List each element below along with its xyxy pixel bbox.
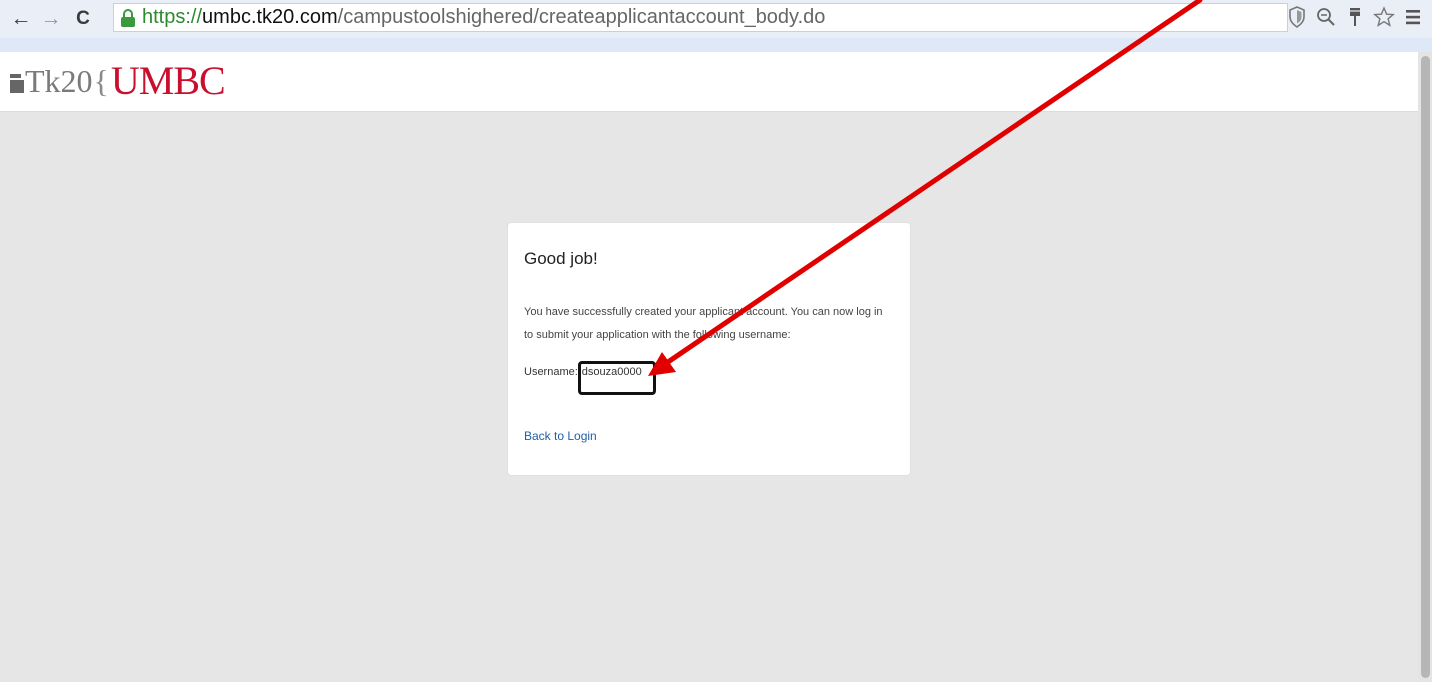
logo-tk20-text: Tk20 — [25, 63, 93, 99]
star-icon[interactable] — [1372, 6, 1396, 30]
extension-icons — [1286, 6, 1424, 30]
logo-umbc-text: UMBC — [110, 58, 226, 103]
username-highlight-box — [578, 361, 656, 395]
shield-icon[interactable] — [1286, 6, 1308, 30]
url-scheme: https:// — [142, 6, 203, 28]
lock-icon — [120, 8, 136, 27]
reload-icon[interactable]: C — [70, 8, 96, 30]
browser-toolbar: ← → C https://umbc.tk20.com/campustoolsh… — [0, 0, 1432, 38]
logo-brace: { — [93, 63, 109, 99]
tk20-logo-mark-icon — [10, 74, 24, 93]
site-header: Tk20 { UMBC — [0, 52, 1418, 112]
back-arrow-icon[interactable]: ← — [8, 7, 34, 31]
tk20-umbc-logo[interactable]: Tk20 { UMBC — [10, 58, 226, 103]
url-path: /campustoolshighered/createapplicantacco… — [337, 6, 826, 28]
forward-arrow-icon[interactable]: → — [38, 7, 64, 31]
pin-icon[interactable] — [1344, 6, 1366, 30]
scrollbar-thumb[interactable] — [1421, 56, 1430, 678]
zoom-icon[interactable] — [1315, 6, 1337, 30]
card-title: Good job! — [524, 249, 598, 268]
address-bar[interactable]: https://umbc.tk20.com/campustoolshighere… — [113, 3, 1288, 32]
url-host: umbc.tk20.com — [202, 6, 338, 28]
success-card: Good job! You have successfully created … — [508, 223, 910, 475]
vertical-scrollbar[interactable] — [1418, 52, 1432, 682]
success-message: You have successfully created your appli… — [524, 306, 883, 341]
menu-icon[interactable] — [1402, 6, 1424, 30]
back-to-login-link[interactable]: Back to Login — [524, 429, 597, 443]
username-label: Username: — [524, 366, 578, 378]
